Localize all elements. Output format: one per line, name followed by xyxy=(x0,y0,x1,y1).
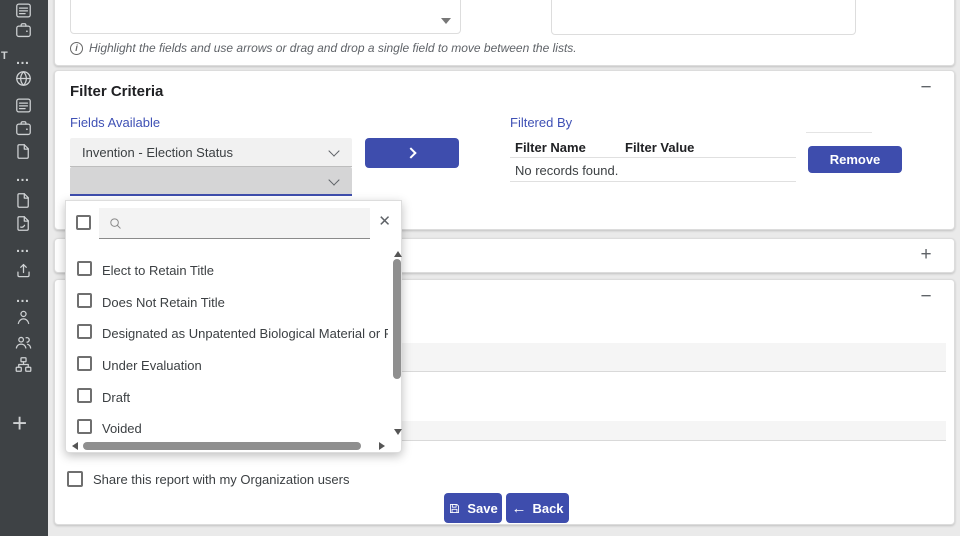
chevron-down-icon xyxy=(328,145,339,156)
divider xyxy=(806,132,872,133)
truncated-menu-label: T xyxy=(1,50,8,62)
dropdown-option[interactable]: Designated as Unpatented Biological Mate… xyxy=(66,317,388,348)
option-label: Does Not Retain Title xyxy=(102,295,225,310)
article-icon[interactable] xyxy=(14,96,33,115)
move-field-button[interactable] xyxy=(365,138,459,168)
search-icon xyxy=(108,216,123,231)
scroll-right-arrow[interactable] xyxy=(379,442,385,450)
scroll-up-arrow[interactable] xyxy=(394,251,402,257)
overflow-ellipsis-icon[interactable]: … xyxy=(13,293,33,301)
select-all-checkbox[interactable] xyxy=(76,215,91,230)
dropdown-option[interactable]: Elect to Retain Title xyxy=(66,254,388,285)
file-pdf-icon[interactable] xyxy=(14,214,33,233)
field-selection-card: Invention - Date Invention Submitted to … xyxy=(54,0,955,66)
close-icon[interactable]: ✕ xyxy=(378,212,391,230)
article-icon[interactable] xyxy=(14,1,33,20)
share-checkbox[interactable] xyxy=(67,471,83,487)
file-icon[interactable] xyxy=(14,142,33,161)
search-input[interactable] xyxy=(129,210,359,236)
field-select-value: Invention - Election Status xyxy=(82,145,233,160)
people-icon[interactable] xyxy=(14,333,33,352)
empty-records-text: No records found. xyxy=(515,163,618,178)
overflow-ellipsis-icon[interactable]: … xyxy=(13,55,33,63)
option-label: Draft xyxy=(102,390,130,405)
hint-text: Highlight the fields and use arrows or d… xyxy=(89,41,577,55)
globe-icon[interactable] xyxy=(14,69,33,88)
back-button[interactable]: ← Back xyxy=(506,493,569,523)
scroll-left-arrow[interactable] xyxy=(72,442,78,450)
expand-section-icon[interactable]: + xyxy=(916,244,936,266)
briefcase-icon[interactable] xyxy=(14,21,33,40)
filter-criteria-title: Filter Criteria xyxy=(70,83,163,100)
filter-value-header: Filter Value xyxy=(625,140,694,155)
scroll-down-arrow[interactable] xyxy=(394,429,402,435)
dropdown-option[interactable]: Does Not Retain Title xyxy=(66,286,388,317)
chevron-down-icon xyxy=(328,174,339,185)
vertical-scrollbar-thumb[interactable] xyxy=(393,259,401,379)
overflow-ellipsis-icon[interactable]: … xyxy=(13,243,33,251)
collapse-section-icon[interactable]: − xyxy=(916,77,936,99)
value-select-open[interactable] xyxy=(70,167,352,196)
table-divider xyxy=(510,157,796,158)
dropdown-option[interactable]: Draft xyxy=(66,381,388,412)
share-row: Share this report with my Organization u… xyxy=(67,471,350,487)
table-divider xyxy=(510,181,796,182)
sitemap-icon[interactable] xyxy=(14,355,33,374)
option-checkbox[interactable] xyxy=(77,324,92,339)
arrow-left-icon: ← xyxy=(511,501,526,516)
save-button-label: Save xyxy=(467,501,497,516)
dropdown-option[interactable]: Under Evaluation xyxy=(66,349,388,380)
filtered-by-label: Filtered By xyxy=(510,115,572,130)
dropdown-search xyxy=(99,208,370,239)
left-sidebar: T … … … … + xyxy=(0,0,48,536)
selected-fields-listbox[interactable]: Invention - Date Invention Submitted to … xyxy=(70,0,461,34)
option-label: Designated as Unpatented Biological Mate… xyxy=(102,326,388,341)
share-label: Share this report with my Organization u… xyxy=(93,472,350,487)
option-checkbox[interactable] xyxy=(77,293,92,308)
file-icon[interactable] xyxy=(14,191,33,210)
option-checkbox[interactable] xyxy=(77,356,92,371)
field-select[interactable]: Invention - Election Status xyxy=(70,138,352,167)
info-icon: i xyxy=(70,42,83,55)
filter-name-header: Filter Name xyxy=(515,140,586,155)
option-label: Elect to Retain Title xyxy=(102,263,214,278)
caret-down-icon xyxy=(441,18,451,24)
dropdown-option[interactable]: Voided xyxy=(66,412,388,443)
upload-icon[interactable] xyxy=(14,261,33,280)
plus-icon[interactable]: + xyxy=(12,408,27,439)
available-fields-listbox[interactable] xyxy=(551,0,856,35)
floppy-disk-icon xyxy=(448,502,461,515)
option-label: Voided xyxy=(102,421,142,436)
option-checkbox[interactable] xyxy=(77,419,92,434)
option-checkbox[interactable] xyxy=(77,388,92,403)
horizontal-scrollbar-thumb[interactable] xyxy=(83,442,361,450)
save-button[interactable]: Save xyxy=(444,493,502,523)
back-button-label: Back xyxy=(532,501,563,516)
election-status-dropdown-panel: ✕ Elect to Retain Title Does Not Retain … xyxy=(65,200,402,453)
hint-row: i Highlight the fields and use arrows or… xyxy=(70,41,577,55)
briefcase-icon[interactable] xyxy=(14,119,33,138)
collapse-section-icon[interactable]: − xyxy=(916,286,936,308)
option-checkbox[interactable] xyxy=(77,261,92,276)
person-icon[interactable] xyxy=(14,308,33,327)
option-label: Under Evaluation xyxy=(102,358,202,373)
fields-available-label: Fields Available xyxy=(70,115,160,130)
overflow-ellipsis-icon[interactable]: … xyxy=(13,172,33,180)
chevron-right-icon xyxy=(405,147,416,158)
remove-filter-button[interactable]: Remove xyxy=(808,146,902,173)
